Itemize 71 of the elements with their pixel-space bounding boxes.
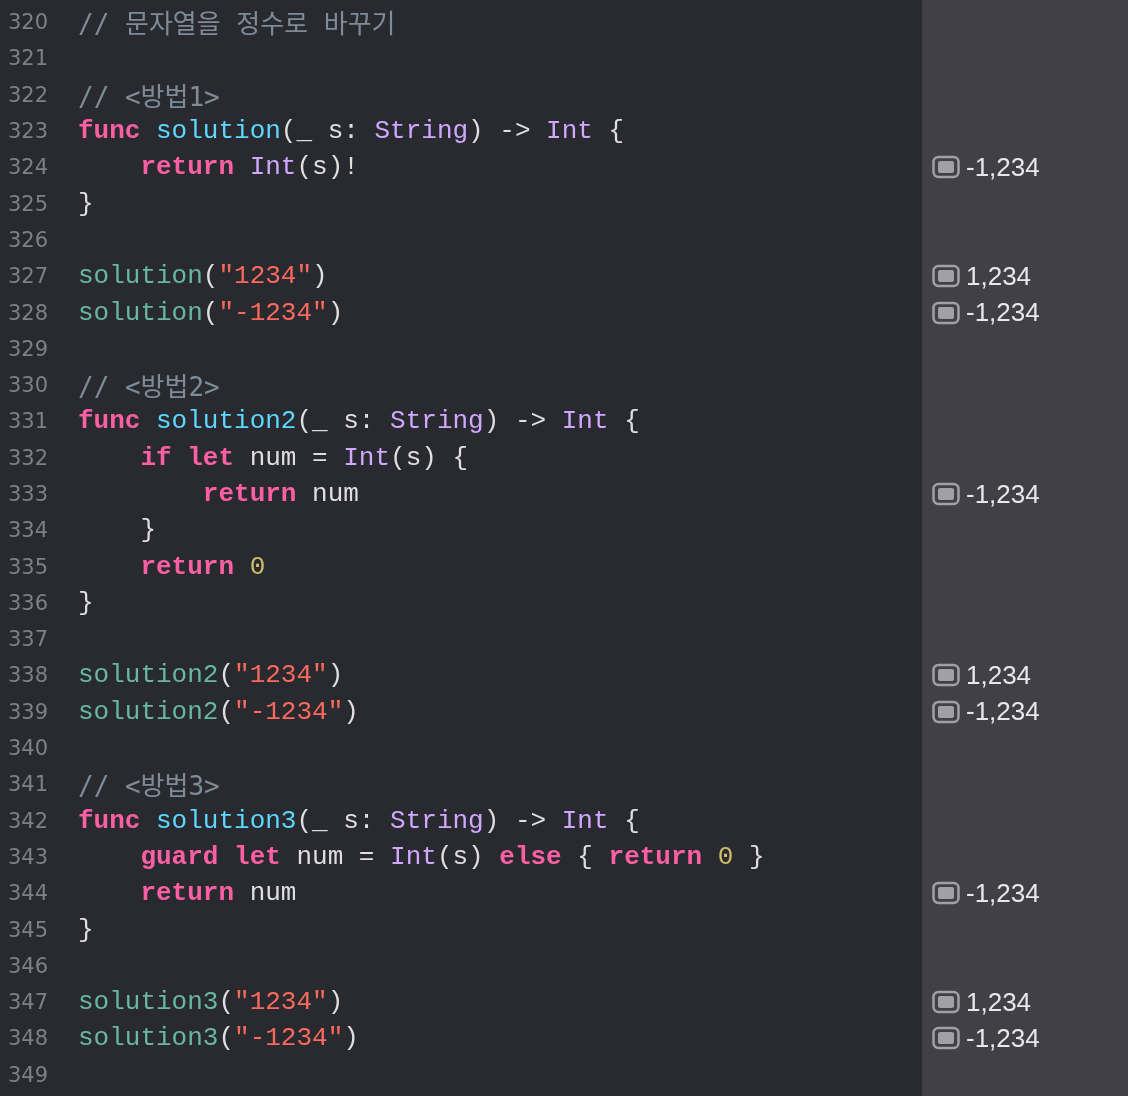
line-number: 325 xyxy=(6,191,48,216)
line-number: 338 xyxy=(6,663,48,688)
line-number: 322 xyxy=(6,82,48,107)
result-value: -1,234 xyxy=(966,1022,1040,1054)
line-number: 333 xyxy=(6,482,48,506)
code-line: solution("1234") xyxy=(78,261,328,292)
code-line: solution3("1234") xyxy=(78,987,344,1018)
line-number: 328 xyxy=(6,300,48,325)
result-view-icon[interactable] xyxy=(932,155,960,180)
result-value: -1,234 xyxy=(966,297,1040,328)
code-line: } xyxy=(78,914,94,945)
line-number: 336 xyxy=(6,590,48,615)
code-line: guard let num = Int(s) else { return 0 } xyxy=(139,841,765,872)
code-line: // 문자열을 정수로 바꾸기 xyxy=(78,8,396,42)
result-view-icon[interactable] xyxy=(932,663,960,688)
code-line: // <방법1> xyxy=(78,80,220,114)
code-line: return Int(s)! xyxy=(139,152,359,183)
line-number: 335 xyxy=(6,554,48,579)
line-number: 330 xyxy=(6,373,48,398)
result-view-icon[interactable] xyxy=(932,482,960,506)
code-line: func solution3(_ s: String) -> Int { xyxy=(78,805,640,836)
result-value: 1,234 xyxy=(966,986,1032,1018)
line-number: 340 xyxy=(6,736,48,761)
result-value: -1,234 xyxy=(966,877,1040,909)
code-line: func solution2(_ s: String) -> Int { xyxy=(78,406,640,437)
code-line: solution2("1234") xyxy=(78,660,344,691)
line-number: 341 xyxy=(6,772,48,797)
code-line: solution3("-1234") xyxy=(78,1023,359,1054)
line-number: 342 xyxy=(6,808,48,833)
line-number: 334 xyxy=(6,518,48,543)
code-line: return 0 xyxy=(139,551,266,582)
line-number: 343 xyxy=(6,844,48,869)
code-line: } xyxy=(78,587,94,618)
result-value: 1,234 xyxy=(966,260,1032,292)
line-number: 327 xyxy=(6,264,48,289)
code-line: // <방법3> xyxy=(78,770,220,804)
code-line: return num xyxy=(139,878,297,909)
line-number: 345 xyxy=(6,917,48,942)
result-view-icon[interactable] xyxy=(932,264,960,289)
line-number: 347 xyxy=(6,990,48,1015)
result-view-icon[interactable] xyxy=(932,1026,960,1051)
line-number: 326 xyxy=(6,227,48,252)
line-number: 321 xyxy=(6,46,48,71)
code-line: } xyxy=(139,515,156,546)
code-line: solution("-1234") xyxy=(78,297,344,328)
line-number: 332 xyxy=(6,445,48,470)
result-view-icon[interactable] xyxy=(932,990,960,1015)
code-line: func solution(_ s: String) -> Int { xyxy=(78,116,625,147)
line-number: 344 xyxy=(6,881,48,906)
line-number: 323 xyxy=(6,119,48,144)
code-line: // <방법2> xyxy=(78,371,220,405)
line-number: 349 xyxy=(6,1062,48,1087)
result-view-icon[interactable] xyxy=(932,699,960,724)
result-value: 1,234 xyxy=(966,660,1032,691)
line-number: 329 xyxy=(6,336,48,361)
result-value: -1,234 xyxy=(966,696,1040,728)
result-view-icon[interactable] xyxy=(932,300,960,325)
code-line: return num xyxy=(201,479,359,509)
result-view-icon[interactable] xyxy=(932,881,960,906)
line-number: 331 xyxy=(6,409,48,434)
code-line: } xyxy=(78,188,94,219)
code-line: if let num = Int(s) { xyxy=(139,442,469,473)
code-line: solution2("-1234") xyxy=(78,696,359,727)
line-number: 339 xyxy=(6,699,48,724)
line-number: 324 xyxy=(6,155,48,180)
result-value: -1,234 xyxy=(966,478,1040,510)
line-number: 346 xyxy=(6,953,48,978)
line-number: 320 xyxy=(6,10,48,35)
line-number: 337 xyxy=(6,627,48,652)
result-value: -1,234 xyxy=(966,151,1040,183)
line-number: 348 xyxy=(6,1026,48,1051)
